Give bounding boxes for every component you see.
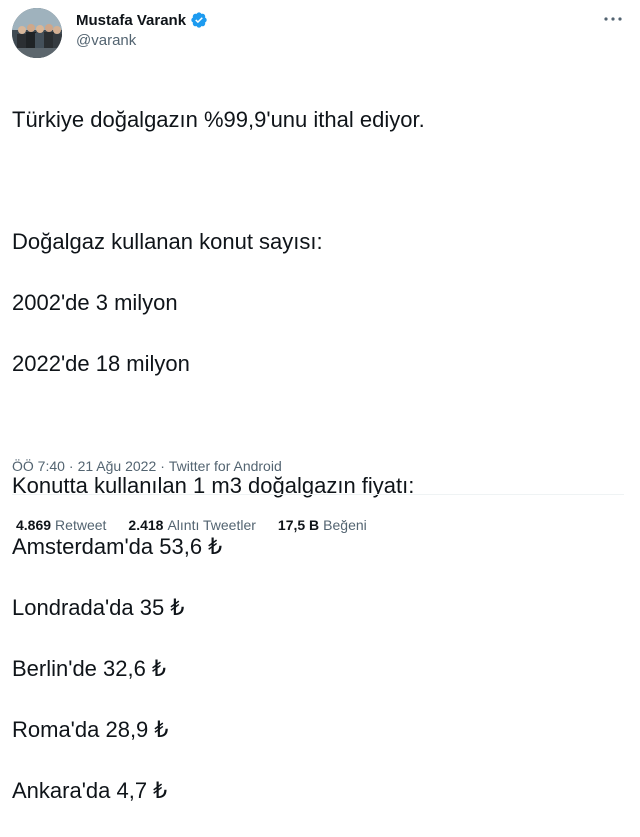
retweets-label: Retweet: [55, 517, 107, 533]
tweet-stats: 4.869 Retweet 2.418 Alıntı Tweetler 17,5…: [16, 517, 389, 533]
retweets-stat[interactable]: 4.869 Retweet: [16, 517, 106, 533]
tweet-line: Ankara'da 4,7 ₺: [12, 777, 168, 803]
tweet-line: Türkiye doğalgazın %99,9'unu ithal ediyo…: [12, 106, 425, 132]
likes-label: Beğeni: [323, 517, 367, 533]
tweet-date[interactable]: 21 Ağu 2022: [78, 458, 157, 474]
tweet-line: Londrada'da 35 ₺: [12, 594, 185, 620]
tweet-time[interactable]: ÖÖ 7:40: [12, 458, 65, 474]
tweet-line: Roma'da 28,9 ₺: [12, 716, 169, 742]
tweet-text: Türkiye doğalgazın %99,9'unu ithal ediyo…: [12, 74, 624, 837]
quotes-stat[interactable]: 2.418 Alıntı Tweetler: [128, 517, 256, 533]
tweet-line: Amsterdam'da 53,6 ₺: [12, 533, 223, 559]
verified-badge-icon: [190, 11, 208, 29]
display-name[interactable]: Mustafa Varank: [76, 12, 186, 29]
tweet-source[interactable]: Twitter for Android: [169, 458, 282, 474]
tweet-line: Konutta kullanılan 1 m3 doğalgazın fiyat…: [12, 472, 415, 498]
likes-count: 17,5 B: [277, 517, 320, 533]
tweet-header: Mustafa Varank @varank: [12, 8, 628, 60]
retweets-count: 4.869: [16, 517, 52, 533]
quotes-count: 2.418: [128, 517, 164, 533]
divider: [12, 494, 624, 495]
tweet-meta: ÖÖ 7:40 · 21 Ağu 2022 · Twitter for Andr…: [12, 458, 282, 474]
tweet-line: 2002'de 3 milyon: [12, 289, 178, 315]
tweet-line: Doğalgaz kullanan konut sayısı:: [12, 228, 323, 254]
avatar[interactable]: [12, 8, 62, 58]
meta-separator: ·: [160, 458, 165, 474]
more-dots-icon[interactable]: [602, 12, 624, 26]
meta-separator: ·: [68, 458, 74, 474]
tweet-card: Mustafa Varank @varank Türkiye doğalgazı…: [0, 0, 640, 803]
author-block: Mustafa Varank @varank: [76, 9, 208, 49]
quotes-label: Alıntı Tweetler: [167, 517, 256, 533]
tweet-line: Berlin'de 32,6 ₺: [12, 655, 166, 681]
name-row: Mustafa Varank: [76, 9, 208, 31]
likes-stat[interactable]: 17,5 B Beğeni: [278, 517, 367, 533]
tweet-line: 2022'de 18 milyon: [12, 350, 190, 376]
user-handle[interactable]: @varank: [76, 32, 208, 49]
